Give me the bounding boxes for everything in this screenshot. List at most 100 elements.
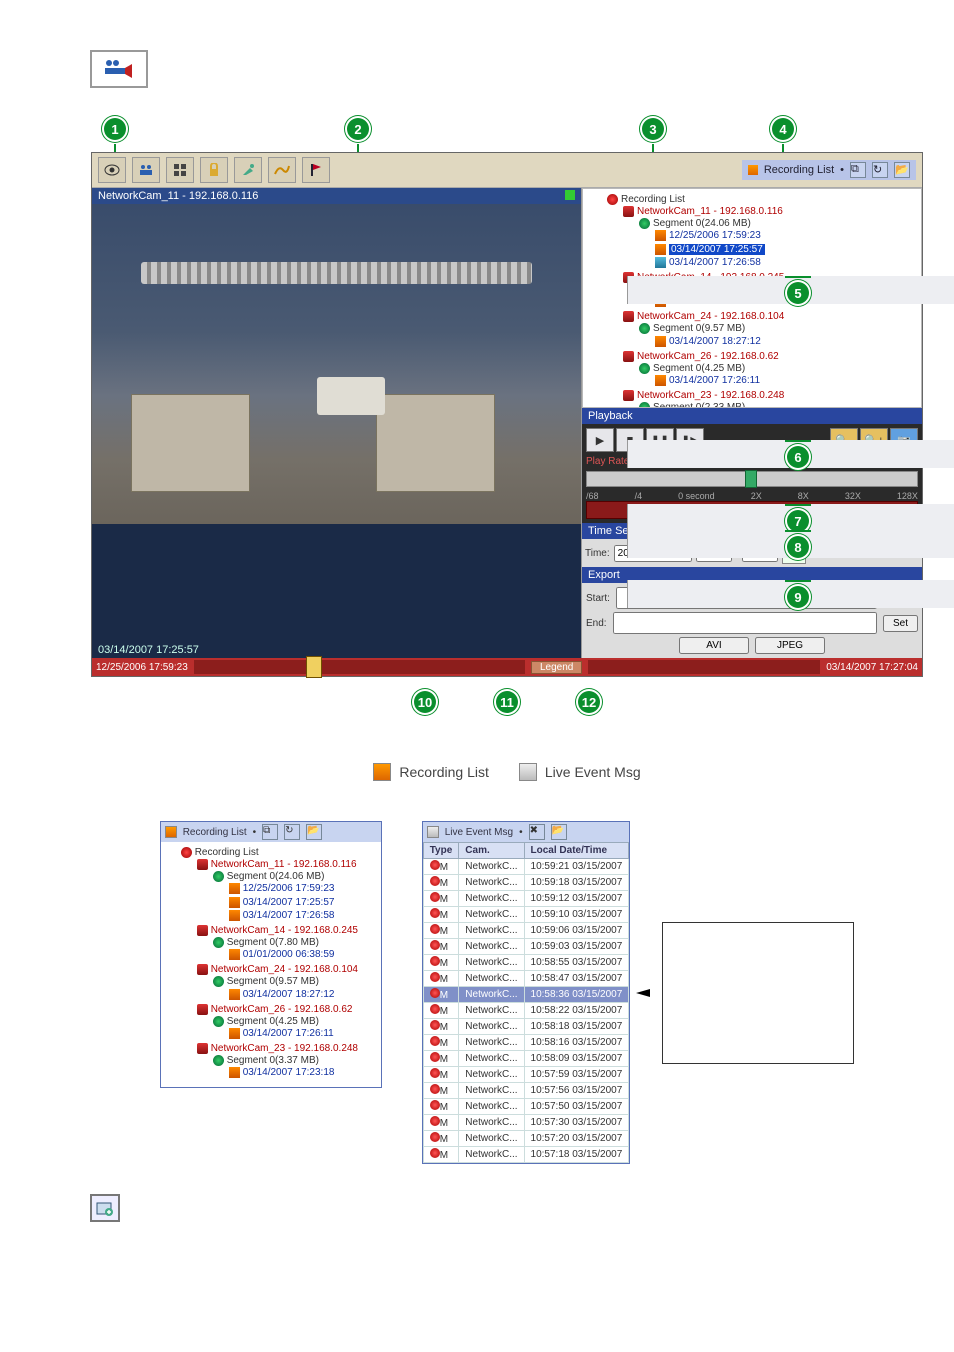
evt-row[interactable]: MNetworkC...10:57:59 03/15/2007 [423,1067,629,1083]
tree-node[interactable]: NetworkCam_11 - 192.168.0.116Segment 0(2… [623,205,917,271]
evt-row[interactable]: MNetworkC...10:58:55 03/15/2007 [423,955,629,971]
tree-node[interactable]: NetworkCam_23 - 192.168.0.248Segment 0(2… [623,389,917,408]
curve-icon[interactable] [268,157,296,183]
event-table[interactable]: TypeCam.Local Date/TimeMNetworkC...10:59… [423,842,630,1163]
tree-toggle-icon[interactable]: ⧉ [262,824,278,840]
tools-icon[interactable] [234,157,262,183]
tree-node[interactable]: NetworkCam_24 - 192.168.0.104Segment 0(9… [623,310,917,349]
tree-node[interactable]: 03/14/2007 17:26:58 [229,909,377,922]
export-jpg-button[interactable]: JPEG [755,637,825,654]
lock-icon[interactable] [200,157,228,183]
evt-row[interactable]: MNetworkC...10:59:12 03/15/2007 [423,891,629,907]
timeline-legend-button[interactable]: Legend [531,661,582,674]
badge-1: 1 [104,118,126,140]
refresh-icon[interactable]: ↻ [284,824,300,840]
export-end-set[interactable]: Set [883,615,918,632]
recording-list-tree[interactable]: Recording ListNetworkCam_11 - 192.168.0.… [161,842,381,1087]
tree-node[interactable]: 03/14/2007 17:26:11 [229,1027,377,1040]
people-icon[interactable] [132,157,160,183]
clear-icon[interactable]: ✖ [529,824,545,840]
tree-node[interactable]: Segment 0(3.37 MB)03/14/2007 17:23:18 [213,1054,377,1080]
rec-list-icon [165,826,177,838]
export-end-label: End: [586,618,607,629]
evt-row[interactable]: MNetworkC...10:57:50 03/15/2007 [423,1099,629,1115]
tree-toggle-icon[interactable]: ⧉ [850,162,866,178]
evt-row[interactable]: MNetworkC...10:59:21 03/15/2007 [423,859,629,875]
evt-row[interactable]: MNetworkC...10:59:18 03/15/2007 [423,875,629,891]
tree-node[interactable]: Segment 0(4.25 MB)03/14/2007 17:26:11 [213,1015,377,1041]
tree-node[interactable]: Segment 0(7.80 MB)01/01/2000 06:38:59 [213,936,377,962]
evt-row[interactable]: MNetworkC...10:58:16 03/15/2007 [423,1035,629,1051]
evt-row[interactable]: MNetworkC...10:58:47 03/15/2007 [423,971,629,987]
evt-row[interactable]: MNetworkC...10:59:06 03/15/2007 [423,923,629,939]
live-event-panel: Live Event Msg • ✖ 📂 TypeCam.Local Date/… [422,821,631,1164]
evt-row[interactable]: MNetworkC...10:57:56 03/15/2007 [423,1083,629,1099]
badge-5: 5 [787,282,809,304]
timeline-start: 12/25/2006 17:59:23 [96,662,188,673]
tree-node[interactable]: 03/14/2007 17:25:57 [229,896,377,909]
evt-icon [427,826,439,838]
tree-node[interactable]: NetworkCam_26 - 192.168.0.62Segment 0(4.… [197,1003,377,1042]
tree-node[interactable]: Segment 0(24.06 MB)12/25/2006 17:59:2303… [213,870,377,923]
tree-node[interactable]: Recording ListNetworkCam_11 - 192.168.0.… [181,846,377,1083]
badge-10: 10 [414,691,436,713]
grid-icon[interactable] [166,157,194,183]
tree-node[interactable]: 03/14/2007 17:23:18 [229,1066,377,1079]
badge-7: 7 [787,510,809,532]
evt-row[interactable]: MNetworkC...10:59:03 03/15/2007 [423,939,629,955]
tree-node[interactable]: 03/14/2007 17:25:57 [655,243,917,256]
open-folder-icon[interactable] [90,1194,120,1222]
tree-node[interactable]: 12/25/2006 17:59:23 [655,229,917,242]
tree-node[interactable]: Segment 0(4.25 MB)03/14/2007 17:26:11 [639,362,917,388]
refresh-icon[interactable]: ↻ [872,162,888,178]
tree-node[interactable]: 12/25/2006 17:59:23 [229,882,377,895]
eye-icon[interactable] [98,157,126,183]
badge-12: 12 [578,691,600,713]
evt-col[interactable]: Local Date/Time [524,843,629,859]
evt-col[interactable]: Type [423,843,459,859]
live-event-swatch [519,763,537,781]
tree-node[interactable]: 03/14/2007 17:26:11 [655,374,917,387]
badge-6: 6 [787,446,809,468]
tree-node[interactable]: NetworkCam_26 - 192.168.0.62Segment 0(4.… [623,350,917,389]
tree-node[interactable]: NetworkCam_14 - 192.168.0.245Segment 0(7… [197,924,377,963]
tree-node[interactable]: 03/14/2007 18:27:12 [229,988,377,1001]
tree-node[interactable]: NetworkCam_11 - 192.168.0.116Segment 0(2… [197,858,377,924]
app-logo-icon [90,50,148,88]
evt-row[interactable]: MNetworkC...10:57:30 03/15/2007 [423,1115,629,1131]
badge-3: 3 [642,118,664,140]
tree-node[interactable]: 01/01/2000 06:38:59 [229,948,377,961]
tree-node[interactable]: Segment 0(24.06 MB)12/25/2006 17:59:2303… [639,217,917,270]
live-event-legend: Live Event Msg [545,764,641,780]
tree-node[interactable]: NetworkCam_23 - 192.168.0.248Segment 0(3… [197,1042,377,1081]
badge-2: 2 [347,118,369,140]
export-end-input[interactable] [613,612,877,634]
timeline-bar[interactable]: 12/25/2006 17:59:23 Legend 03/14/2007 17… [92,658,922,676]
tree-node[interactable]: Segment 0(9.57 MB)03/14/2007 18:27:12 [639,322,917,348]
export-avi-button[interactable]: AVI [679,637,749,654]
evt-row[interactable]: MNetworkC...10:58:22 03/15/2007 [423,1003,629,1019]
evt-row[interactable]: MNetworkC...10:59:10 03/15/2007 [423,907,629,923]
play-button[interactable]: ▶ [586,428,614,452]
evt-row[interactable]: MNetworkC...10:58:18 03/15/2007 [423,1019,629,1035]
evt-row[interactable]: MNetworkC...10:57:18 03/15/2007 [423,1147,629,1163]
tree-node[interactable]: Segment 0(9.57 MB)03/14/2007 18:27:12 [213,975,377,1001]
tree-node[interactable]: Segment 0(2.33 MB)03/14/2007 17:23:18 [639,401,917,408]
timeline-scrubber[interactable] [306,656,322,678]
evt-row[interactable]: MNetworkC...10:58:36 03/15/2007 [423,987,629,1003]
rec-panel-title: Recording List [183,827,247,838]
tree-node[interactable]: NetworkCam_24 - 192.168.0.104Segment 0(9… [197,963,377,1002]
video-status-icon [565,190,575,200]
evt-row[interactable]: MNetworkC...10:57:20 03/15/2007 [423,1131,629,1147]
play-rate-slider[interactable] [586,471,918,487]
evt-row[interactable]: MNetworkC...10:58:09 03/15/2007 [423,1051,629,1067]
tree-node[interactable]: 03/14/2007 18:27:12 [655,335,917,348]
evt-col[interactable]: Cam. [459,843,524,859]
tree-node[interactable]: 03/14/2007 17:26:58 [655,256,917,269]
badge-4: 4 [772,118,794,140]
open-icon[interactable]: 📂 [306,824,322,840]
open-icon[interactable]: 📂 [894,162,910,178]
arrow-left-icon [636,989,650,997]
flag-icon[interactable] [302,157,330,183]
open-icon[interactable]: 📂 [551,824,567,840]
